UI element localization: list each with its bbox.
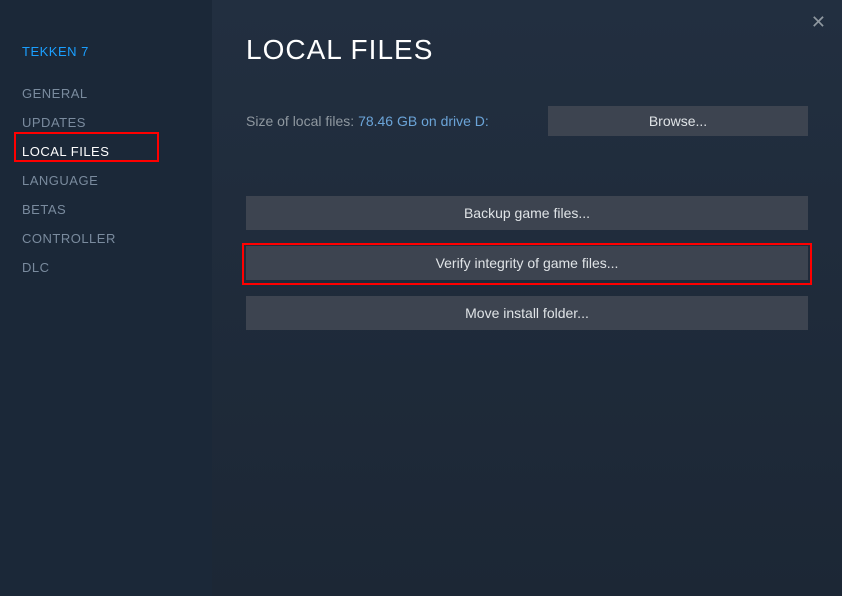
- page-title: LOCAL FILES: [246, 34, 808, 66]
- game-title: TEKKEN 7: [0, 44, 212, 79]
- main-panel: ✕ LOCAL FILES Size of local files: 78.46…: [212, 0, 842, 596]
- file-size-value: 78.46 GB on drive D:: [358, 113, 489, 129]
- close-button[interactable]: ✕: [807, 8, 830, 37]
- sidebar-item-controller[interactable]: CONTROLLER: [0, 224, 212, 253]
- file-size-row: Size of local files: 78.46 GB on drive D…: [246, 106, 808, 136]
- action-buttons: Backup game files... Verify integrity of…: [246, 196, 808, 330]
- sidebar-item-betas[interactable]: BETAS: [0, 195, 212, 224]
- sidebar-item-updates[interactable]: UPDATES: [0, 108, 212, 137]
- browse-button[interactable]: Browse...: [548, 106, 808, 136]
- sidebar-item-general[interactable]: GENERAL: [0, 79, 212, 108]
- close-icon: ✕: [811, 12, 826, 32]
- backup-button[interactable]: Backup game files...: [246, 196, 808, 230]
- file-size-label: Size of local files:: [246, 113, 358, 129]
- sidebar-item-wrapper: LOCAL FILES: [0, 137, 212, 166]
- sidebar-item-local-files[interactable]: LOCAL FILES: [0, 137, 212, 166]
- main-inner: LOCAL FILES Size of local files: 78.46 G…: [212, 0, 842, 330]
- move-folder-button[interactable]: Move install folder...: [246, 296, 808, 330]
- sidebar: TEKKEN 7 GENERAL UPDATES LOCAL FILES LAN…: [0, 0, 212, 596]
- sidebar-item-language[interactable]: LANGUAGE: [0, 166, 212, 195]
- verify-button[interactable]: Verify integrity of game files...: [246, 246, 808, 280]
- file-size-text: Size of local files: 78.46 GB on drive D…: [246, 113, 489, 129]
- sidebar-item-dlc[interactable]: DLC: [0, 253, 212, 282]
